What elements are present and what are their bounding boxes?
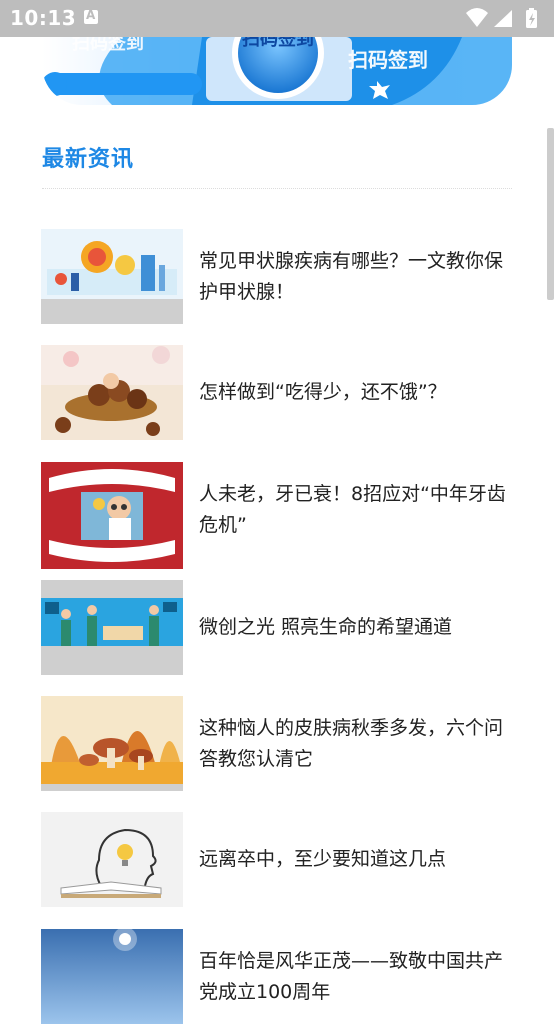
banner-right-text: 扫码签到: [348, 48, 428, 72]
news-thumbnail: [41, 580, 183, 675]
news-item[interactable]: 人未老，牙已衰！8招应对“中年牙齿危机”: [41, 462, 521, 569]
banner-left-text: 扫码签到: [72, 37, 144, 54]
news-title: 常见甲状腺疾病有哪些？一文教你保护甲状腺！: [199, 249, 504, 303]
news-thumbnail: [41, 345, 183, 440]
scrollbar[interactable]: [547, 128, 554, 300]
signal-icon: [494, 10, 512, 27]
news-title: 人未老，牙已衰！8招应对“中年牙齿危机”: [199, 482, 506, 536]
news-item[interactable]: 怎样做到“吃得少，还不饿”？: [41, 345, 521, 441]
notification-a-icon: [84, 8, 98, 24]
banner-center-text: 扫码签到: [242, 37, 314, 50]
wifi-icon: [466, 8, 488, 27]
battery-icon: [526, 8, 537, 28]
status-time: 10:13: [10, 6, 77, 30]
section-title-latest-news: 最新资讯: [42, 147, 135, 172]
news-title: 远离卒中，至少要知道这几点: [199, 848, 447, 870]
news-title: 这种恼人的皮肤病秋季多发，六个问答教您认清它: [199, 716, 504, 770]
check-in-banner[interactable]: 扫码签到 扫码签到 扫码签到: [42, 37, 512, 105]
news-title: 百年恰是风华正茂——致敬中国共产党成立100周年: [199, 949, 504, 1003]
status-icons: [466, 8, 537, 28]
news-item[interactable]: 这种恼人的皮肤病秋季多发，六个问答教您认清它: [41, 696, 521, 792]
news-thumbnail: [41, 229, 183, 324]
news-title: 怎样做到“吃得少，还不饿”？: [199, 381, 447, 403]
news-title: 微创之光 照亮生命的希望通道: [199, 616, 453, 638]
news-item[interactable]: 远离卒中，至少要知道这几点: [41, 812, 521, 908]
news-thumbnail: [41, 462, 183, 569]
news-thumbnail: [41, 696, 183, 791]
news-thumbnail: [41, 812, 183, 907]
news-thumbnail: [41, 929, 183, 1024]
section-divider: [42, 188, 512, 189]
news-item[interactable]: 常见甲状腺疾病有哪些？一文教你保护甲状腺！: [41, 229, 521, 325]
status-bar: 10:13: [0, 0, 554, 37]
news-item[interactable]: 百年恰是风华正茂——致敬中国共产党成立100周年: [41, 929, 521, 1025]
news-item[interactable]: 微创之光 照亮生命的希望通道: [41, 580, 521, 676]
